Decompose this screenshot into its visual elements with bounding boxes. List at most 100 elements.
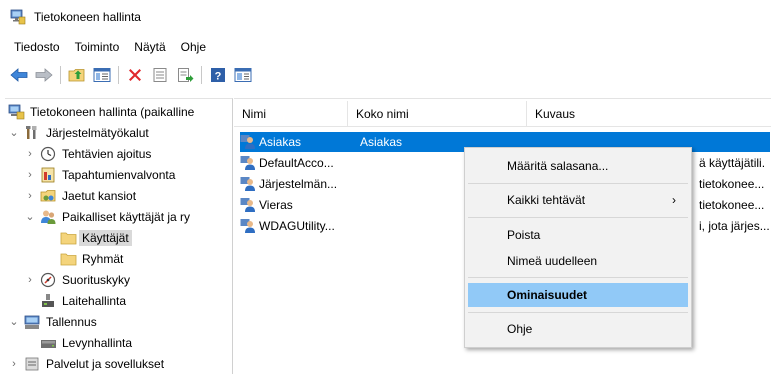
window-title: Tietokoneen hallinta <box>34 10 141 24</box>
device-manager-icon <box>40 293 57 309</box>
shared-folder-icon <box>40 188 57 204</box>
menu-item-all-tasks[interactable]: Kaikki tehtävät › <box>468 188 688 212</box>
tree-item-label: Tallennus <box>46 314 97 329</box>
delete-icon[interactable] <box>124 64 146 86</box>
user-name: Järjestelmän... <box>259 177 338 191</box>
toggle-pane-icon[interactable] <box>232 64 254 86</box>
tree-item-local-users-groups[interactable]: ⌄ Paikalliset käyttäjät ja ry <box>23 206 190 227</box>
user-name: DefaultAcco... <box>259 156 334 170</box>
menu-item-delete[interactable]: Poista <box>468 223 688 247</box>
toolbar-separator <box>118 66 119 84</box>
tree-item-label: Järjestelmätyökalut <box>46 125 149 140</box>
tree-item-disk-management[interactable]: Levynhallinta <box>37 332 132 353</box>
folder-icon <box>60 251 77 267</box>
performance-icon <box>40 272 57 288</box>
tree-item-label: Käyttäjät <box>79 229 132 246</box>
tree-item-label: Tehtävien ajoitus <box>62 146 152 161</box>
user-description: tietokonee... <box>699 198 765 212</box>
disk-icon <box>40 335 57 351</box>
toolbar-separator <box>60 66 61 84</box>
export-list-icon[interactable] <box>174 64 196 86</box>
user-description: ä käyttäjätili. <box>699 156 766 170</box>
tree-item-label: Suorituskyky <box>62 272 131 287</box>
tree-item-label: Laitehallinta <box>62 293 127 308</box>
tree-item-device-manager[interactable]: Laitehallinta <box>37 290 126 311</box>
menu-file[interactable]: Tiedosto <box>14 40 60 54</box>
user-icon <box>240 218 256 234</box>
chevron-right-icon[interactable]: › <box>7 358 21 370</box>
user-name: WDAGUtility... <box>259 219 335 233</box>
chevron-right-icon[interactable]: › <box>23 169 37 181</box>
tree-item-label: Tietokoneen hallinta (paikalline <box>30 104 195 119</box>
menu-bar: Tiedosto Toiminto Näytä Ohje <box>0 36 221 58</box>
context-menu: Määritä salasana... Kaikki tehtävät › Po… <box>464 147 692 348</box>
menu-item-label: Ohje <box>507 322 533 336</box>
tree-item-users[interactable]: Käyttäjät <box>57 227 132 248</box>
back-arrow-icon[interactable] <box>8 64 30 86</box>
computer-management-icon <box>8 104 25 120</box>
tree-item-system-tools[interactable]: ⌄ Järjestelmätyökalut <box>7 122 149 143</box>
tree-item-task-scheduler[interactable]: › Tehtävien ajoitus <box>23 143 151 164</box>
tree-item-performance[interactable]: › Suorituskyky <box>23 269 130 290</box>
user-name: Vieras <box>259 198 293 212</box>
menu-separator <box>468 277 688 278</box>
user-icon <box>240 176 256 192</box>
user-icon <box>240 155 256 171</box>
tree-item-label: Levynhallinta <box>62 335 133 350</box>
menu-item-label: Kaikki tehtävät <box>507 193 586 207</box>
help-icon[interactable]: ? <box>207 64 229 86</box>
menu-item-help[interactable]: Ohje <box>468 317 688 341</box>
menu-item-label: Ominaisuudet <box>507 288 588 302</box>
menu-item-rename[interactable]: Nimeä uudelleen <box>468 249 688 273</box>
user-icon <box>240 197 256 213</box>
forward-arrow-icon[interactable] <box>33 64 55 86</box>
computer-management-icon <box>10 9 26 25</box>
event-viewer-icon <box>40 167 57 183</box>
user-icon <box>240 134 256 150</box>
chevron-down-icon[interactable]: ⌄ <box>7 126 21 139</box>
menu-separator <box>468 183 688 184</box>
tools-icon <box>24 125 41 141</box>
up-folder-icon[interactable] <box>66 64 88 86</box>
properties-icon[interactable] <box>149 64 171 86</box>
tree-item-shared-folders[interactable]: › Jaetut kansiot <box>23 185 136 206</box>
column-header-name[interactable]: Nimi <box>234 101 348 127</box>
chevron-right-icon: › <box>672 193 676 207</box>
tree-item-label: Ryhmät <box>82 251 124 266</box>
storage-icon <box>24 314 41 330</box>
tree-item-label: Jaetut kansiot <box>62 188 137 203</box>
menu-item-label: Nimeä uudelleen <box>507 254 598 268</box>
chevron-right-icon[interactable]: › <box>23 274 37 286</box>
tree-item-storage[interactable]: ⌄ Tallennus <box>7 311 97 332</box>
user-description: i, jota järjes... <box>699 219 770 233</box>
clock-icon <box>40 146 57 162</box>
menu-action[interactable]: Toiminto <box>75 40 120 54</box>
users-icon <box>40 209 57 225</box>
column-header-full-name[interactable]: Koko nimi <box>348 101 527 127</box>
menu-item-label: Määritä salasana... <box>507 159 609 173</box>
user-description: tietokonee... <box>699 177 765 191</box>
tree-item-groups[interactable]: Ryhmät <box>57 248 123 269</box>
svg-text:?: ? <box>215 71 222 83</box>
tree-item-services-applications[interactable]: › Palvelut ja sovellukset <box>7 353 164 374</box>
chevron-down-icon[interactable]: ⌄ <box>23 210 37 223</box>
chevron-down-icon[interactable]: ⌄ <box>7 315 21 328</box>
chevron-right-icon[interactable]: › <box>23 148 37 160</box>
menu-item-properties[interactable]: Ominaisuudet <box>468 283 688 307</box>
menu-separator <box>468 312 688 313</box>
tree-item-label: Tapahtumienvalvonta <box>62 167 176 182</box>
toolbar: ? <box>0 62 771 88</box>
user-name: Asiakas <box>259 135 302 149</box>
chevron-right-icon[interactable]: › <box>23 190 37 202</box>
tree-item-label: Palvelut ja sovellukset <box>46 356 165 371</box>
column-header-description[interactable]: Kuvaus <box>527 101 771 127</box>
tree-item-label: Paikalliset käyttäjät ja ry <box>62 209 191 224</box>
services-icon <box>24 356 41 372</box>
tree-item-computer-management[interactable]: Tietokoneen hallinta (paikalline <box>5 101 194 122</box>
title-bar: Tietokoneen hallinta <box>0 0 771 34</box>
menu-item-set-password[interactable]: Määritä salasana... <box>468 154 688 178</box>
menu-view[interactable]: Näytä <box>134 40 165 54</box>
menu-help[interactable]: Ohje <box>181 40 206 54</box>
show-hide-tree-icon[interactable] <box>91 64 113 86</box>
tree-item-event-viewer[interactable]: › Tapahtumienvalvonta <box>23 164 175 185</box>
